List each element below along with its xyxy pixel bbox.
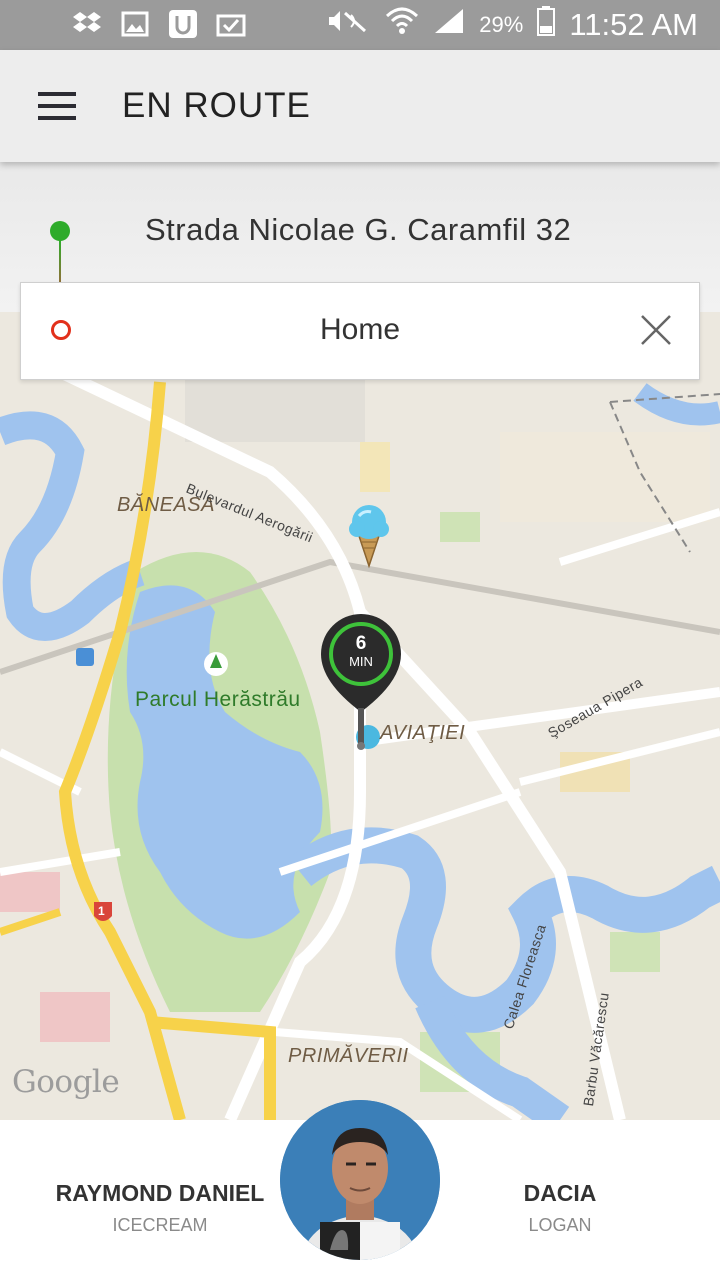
map-label-primaverii: PRIMĂVERII	[288, 1045, 409, 1067]
destination-text[interactable]: Home	[21, 313, 699, 347]
hamburger-icon[interactable]	[38, 92, 76, 120]
gallery-icon	[120, 9, 150, 39]
battery-icon	[537, 6, 556, 44]
car-model: LOGAN	[528, 1215, 592, 1235]
status-bar: 29% 11:52 AM	[0, 0, 720, 50]
signal-icon	[433, 7, 465, 43]
driver-avatar[interactable]	[280, 1100, 440, 1260]
app-bar: EN ROUTE	[0, 50, 720, 162]
map-view[interactable]: BĂNEASA Parcul Herăstrău AVIAŢIEI PRIMĂV…	[0, 312, 720, 1120]
wifi-icon	[385, 6, 419, 44]
clear-destination-icon[interactable]	[639, 313, 673, 347]
map-label-park: Parcul Herăstrău	[135, 688, 301, 711]
battery-percent: 29%	[479, 12, 524, 37]
eta-unit: MIN	[349, 654, 373, 669]
car-make: DACIA	[523, 1180, 597, 1206]
eta-label: 6 MIN	[318, 633, 404, 670]
pickup-dot-icon	[50, 221, 70, 241]
uber-icon	[168, 9, 198, 39]
icecream-car-icon[interactable]	[343, 502, 395, 570]
destination-field[interactable]: Home	[20, 282, 700, 380]
dropbox-icon	[72, 9, 102, 39]
driver-subtitle: ICECREAM	[112, 1215, 208, 1235]
eta-value: 6	[355, 633, 367, 654]
clipboard-check-icon	[216, 9, 246, 39]
driver-name: RAYMOND DANIEL	[55, 1180, 265, 1206]
route-shield-number: 1	[98, 904, 106, 918]
clock: 11:52 AM	[569, 7, 698, 42]
mute-icon	[327, 7, 371, 43]
google-attribution: Google	[12, 1064, 120, 1100]
eta-marker[interactable]: 6 MIN	[318, 612, 404, 752]
page-title: EN ROUTE	[122, 86, 311, 125]
pickup-address[interactable]: Strada Nicolae G. Caramfil 32	[145, 212, 571, 248]
